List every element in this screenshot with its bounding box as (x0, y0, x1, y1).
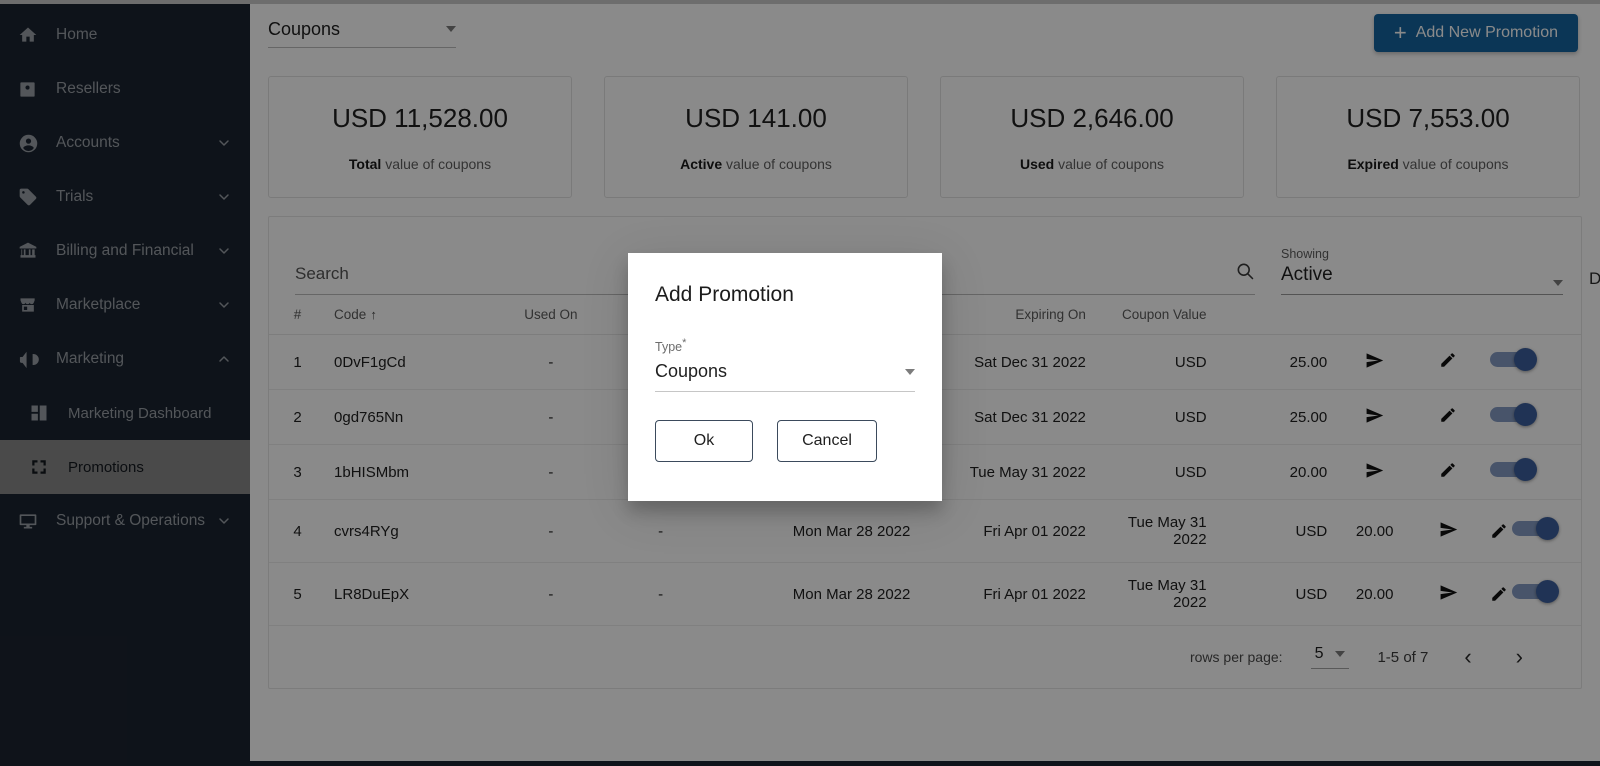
type-field-label-text: Type (655, 340, 682, 354)
cancel-button[interactable]: Cancel (777, 420, 877, 462)
ok-button[interactable]: Ok (655, 420, 753, 462)
app-root: Home Resellers Accounts Trials (0, 0, 1600, 766)
chevron-down-icon (905, 369, 915, 375)
add-promotion-dialog: Add Promotion Type* Coupons Ok Cancel (628, 253, 942, 501)
required-marker: * (682, 337, 686, 349)
type-field-label: Type* (655, 337, 915, 354)
type-field-row: Coupons (655, 361, 915, 382)
type-field-value: Coupons (655, 361, 727, 382)
dialog-title: Add Promotion (655, 283, 915, 307)
dialog-actions: Ok Cancel (655, 420, 915, 462)
type-select-field[interactable]: Type* Coupons (655, 337, 915, 392)
